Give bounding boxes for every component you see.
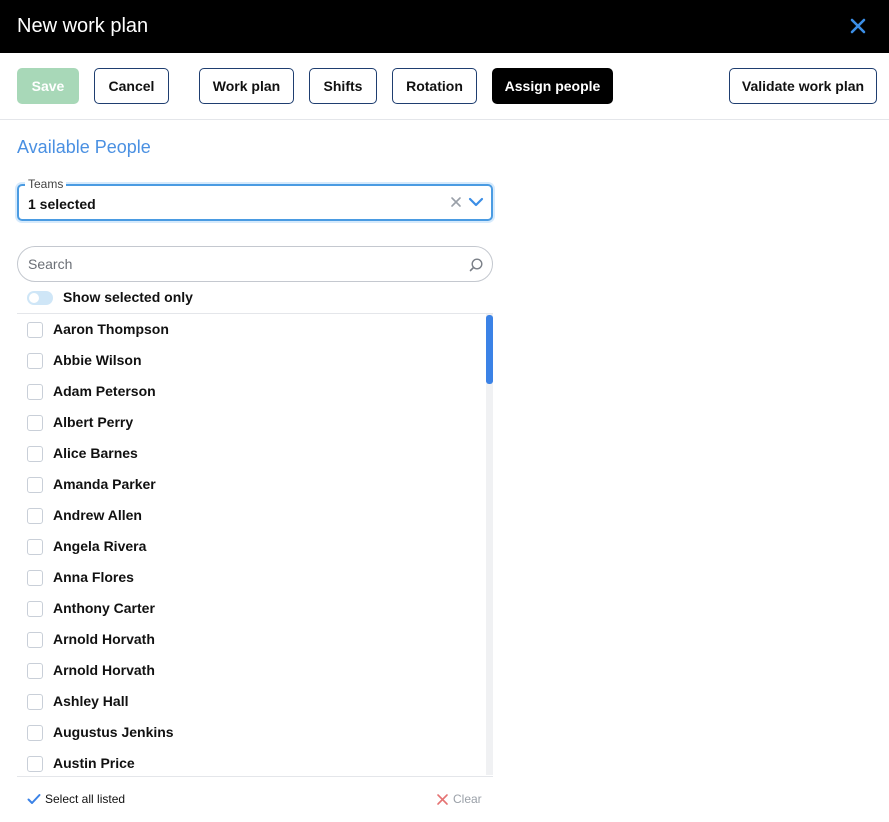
tab-assign-people[interactable]: Assign people [492, 68, 613, 104]
teams-label: Teams [25, 177, 67, 191]
clear-selection-icon[interactable] [449, 195, 463, 209]
person-name: Alice Barnes [53, 445, 138, 461]
person-checkbox[interactable] [27, 694, 43, 710]
teams-select[interactable]: Teams 1 selected [17, 177, 493, 221]
person-checkbox[interactable] [27, 477, 43, 493]
list-item[interactable]: Andrew Allen [17, 500, 483, 531]
select-all-label: Select all listed [45, 792, 126, 806]
close-icon[interactable] [847, 15, 869, 37]
list-item[interactable]: Aaron Thompson [17, 314, 483, 345]
toolbar: Save Cancel Work plan Shifts Rotation As… [0, 53, 889, 120]
list-item[interactable]: Anna Flores [17, 562, 483, 593]
person-name: Ashley Hall [53, 693, 129, 709]
divider [17, 776, 493, 777]
list-item[interactable]: Ashley Hall [17, 686, 483, 717]
cancel-button[interactable]: Cancel [94, 68, 169, 104]
tab-rotation[interactable]: Rotation [392, 68, 477, 104]
toggle-knob [29, 293, 39, 303]
section-title: Available People [17, 137, 151, 157]
title-bar: New work plan [0, 0, 889, 53]
scrollbar-thumb[interactable] [486, 315, 493, 384]
list-item[interactable]: Augustus Jenkins [17, 717, 483, 748]
person-name: Aaron Thompson [53, 321, 169, 337]
person-checkbox[interactable] [27, 415, 43, 431]
list-item[interactable]: Adam Peterson [17, 376, 483, 407]
person-checkbox[interactable] [27, 384, 43, 400]
person-name: Adam Peterson [53, 383, 156, 399]
people-list: Aaron Thompson Abbie Wilson Adam Peterson A… [17, 314, 493, 775]
list-item[interactable]: Alice Barnes [17, 438, 483, 469]
close-icon [437, 793, 448, 805]
person-name: Albert Perry [53, 414, 134, 430]
person-name: Arnold Horvath [53, 631, 155, 647]
person-checkbox[interactable] [27, 446, 43, 462]
list-item[interactable]: Abbie Wilson [17, 345, 483, 376]
select-all-button[interactable]: Select all listed [27, 791, 125, 807]
person-checkbox[interactable] [27, 601, 43, 617]
person-name: Austin Price [53, 755, 135, 771]
person-checkbox[interactable] [27, 539, 43, 555]
person-checkbox[interactable] [27, 632, 43, 648]
list-item[interactable]: Anthony Carter [17, 593, 483, 624]
person-name: Anthony Carter [53, 600, 155, 616]
person-name: Abbie Wilson [53, 352, 142, 368]
search-box [17, 246, 493, 282]
search-icon[interactable] [468, 257, 484, 273]
list-item[interactable]: Austin Price [17, 748, 483, 775]
list-item[interactable]: Arnold Horvath [17, 655, 483, 686]
person-name: Anna Flores [53, 569, 134, 585]
scrollbar[interactable] [486, 314, 493, 775]
person-checkbox[interactable] [27, 508, 43, 524]
show-selected-toggle[interactable] [27, 291, 53, 305]
show-selected-label: Show selected only [63, 289, 193, 305]
person-name: Arnold Horvath [53, 662, 155, 678]
list-item[interactable]: Albert Perry [17, 407, 483, 438]
check-icon [27, 794, 41, 804]
chevron-down-icon[interactable] [468, 195, 484, 209]
window-title: New work plan [17, 15, 149, 37]
person-checkbox[interactable] [27, 663, 43, 679]
person-checkbox[interactable] [27, 570, 43, 586]
list-item[interactable]: Amanda Parker [17, 469, 483, 500]
list-item[interactable]: Angela Rivera [17, 531, 483, 562]
tab-shifts[interactable]: Shifts [309, 68, 377, 104]
person-name: Angela Rivera [53, 538, 147, 554]
teams-value: 1 selected [28, 196, 96, 212]
person-checkbox[interactable] [27, 725, 43, 741]
tab-work-plan[interactable]: Work plan [199, 68, 294, 104]
person-name: Augustus Jenkins [53, 724, 174, 740]
validate-work-plan-button[interactable]: Validate work plan [729, 68, 877, 104]
search-input[interactable] [28, 255, 458, 273]
save-button[interactable]: Save [17, 68, 79, 104]
clear-button[interactable]: Clear [436, 791, 482, 807]
person-name: Andrew Allen [53, 507, 142, 523]
list-item[interactable]: Arnold Horvath [17, 624, 483, 655]
clear-label: Clear [453, 792, 482, 806]
person-name: Amanda Parker [53, 476, 156, 492]
person-checkbox[interactable] [27, 322, 43, 338]
person-checkbox[interactable] [27, 353, 43, 369]
person-checkbox[interactable] [27, 756, 43, 772]
